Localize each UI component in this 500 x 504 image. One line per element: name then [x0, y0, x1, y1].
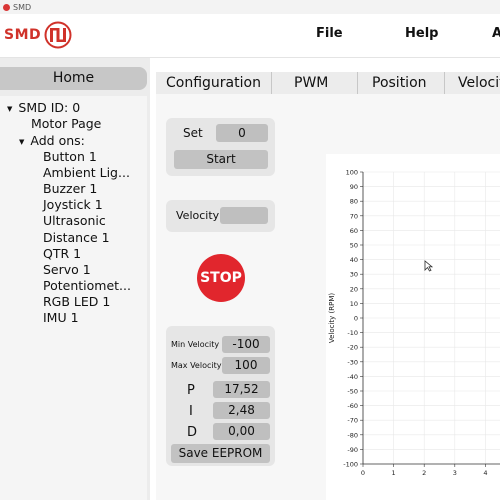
chart-y-tick-label: 0: [354, 315, 358, 323]
chart-y-tick-label: -10: [347, 329, 358, 337]
tree-item-ultrasonic[interactable]: Ultrasonic: [43, 213, 106, 228]
tab-pwm[interactable]: PWM: [272, 72, 358, 94]
velocity-readout: [220, 207, 268, 224]
chart-y-tick-label: -50: [347, 388, 358, 396]
tab-position[interactable]: Position: [358, 72, 445, 94]
chart-y-tick-label: -80: [347, 431, 358, 439]
chart-y-tick-label: -40: [347, 373, 358, 381]
mouse-cursor-icon: [424, 260, 433, 272]
tree-item-buzzer[interactable]: Buzzer 1: [43, 181, 97, 196]
chart-x-tick-label: 3: [453, 469, 457, 477]
min-velocity-label: Min Velocity: [171, 340, 220, 349]
tree-motor-page[interactable]: Motor Page: [31, 116, 101, 131]
tree-item-potentiometer[interactable]: Potentiomet...: [43, 278, 131, 293]
velocity-chart-panel: 100 90 80 70 60 50 40 30 20 10 0 -10 -20 -30 -40 -50 -60…: [326, 154, 500, 500]
pid-card: Min Velocity -100 Max Velocity 100 P 17,…: [166, 326, 275, 466]
chart-y-tick-label: 50: [350, 242, 358, 250]
chart-y-tick-label: 20: [350, 285, 358, 293]
set-card: Set 0 Start: [166, 118, 275, 176]
menu-file[interactable]: File: [316, 26, 343, 41]
chart-x-tick-label: 4: [483, 469, 487, 477]
chart-x-tick-label: 2: [422, 469, 426, 477]
velocity-card: Velocity: [166, 200, 275, 232]
start-button[interactable]: Start: [174, 150, 268, 169]
sidebar: Home ▼ SMD ID: 0 Motor Page ▼ Add ons: But…: [0, 58, 150, 500]
window-title: SMD: [13, 2, 32, 12]
d-gain-input[interactable]: 0,00: [213, 423, 270, 440]
expand-caret-icon[interactable]: ▼: [19, 138, 24, 146]
tree-item-button[interactable]: Button 1: [43, 149, 97, 164]
max-velocity-label: Max Velocity: [171, 361, 222, 370]
home-button[interactable]: Home: [0, 67, 147, 90]
chart-y-tick-label: 80: [350, 198, 358, 206]
d-label: D: [187, 425, 198, 440]
tree-root[interactable]: ▼ SMD ID: 0: [7, 100, 80, 115]
smd-logo-mark-icon: [44, 21, 72, 49]
min-velocity-input[interactable]: -100: [222, 336, 270, 353]
tree-addons[interactable]: ▼ Add ons:: [19, 133, 85, 148]
main-panel: Configuration PWM Position Velocit Set 0…: [156, 72, 500, 500]
i-gain-input[interactable]: 2,48: [213, 402, 270, 419]
smd-logo: SMD: [4, 21, 74, 49]
stop-button[interactable]: STOP: [197, 254, 245, 302]
chart-y-tick-label: -100: [343, 461, 358, 469]
tree-item-servo[interactable]: Servo 1: [43, 262, 91, 277]
chart-y-tick-label: -60: [347, 402, 358, 410]
velocity-chart: 1009080706050403020100-10-20-30-40-50-60…: [328, 169, 500, 477]
chart-y-tick-label: 10: [350, 300, 358, 308]
velocity-tab-content: Set 0 Start Velocity STOP Min Velocity -…: [156, 94, 500, 500]
tab-configuration[interactable]: Configuration: [156, 72, 272, 94]
chart-y-tick-label: 90: [350, 183, 358, 191]
p-gain-input[interactable]: 17,52: [213, 381, 270, 398]
chart-y-tick-label: -70: [347, 417, 358, 425]
chart-y-tick-label: -90: [347, 446, 358, 454]
chart-x-tick-label: 0: [361, 469, 365, 477]
expand-caret-icon[interactable]: ▼: [7, 105, 12, 113]
tree-item-joystick[interactable]: Joystick 1: [43, 197, 103, 212]
tree-item-qtr[interactable]: QTR 1: [43, 246, 81, 261]
menu-third[interactable]: A: [492, 26, 500, 41]
chart-x-tick-label: 1: [392, 469, 396, 477]
max-velocity-input[interactable]: 100: [222, 357, 270, 374]
app-header: SMD File Help A: [0, 14, 500, 58]
tree-item-imu[interactable]: IMU 1: [43, 310, 79, 325]
chart-y-tick-label: 60: [350, 227, 358, 235]
chart-y-tick-label: 70: [350, 212, 358, 220]
tree-item-ambient-light[interactable]: Ambient Lig...: [43, 165, 130, 180]
velocity-label: Velocity: [176, 209, 220, 222]
tree-item-rgb-led[interactable]: RGB LED 1: [43, 294, 110, 309]
chart-y-axis-label: Velocity (RPM): [328, 293, 336, 344]
device-tree: ▼ SMD ID: 0 Motor Page ▼ Add ons: Button 1…: [0, 96, 147, 500]
set-label: Set: [183, 126, 203, 140]
chart-y-tick-label: -20: [347, 344, 358, 352]
window-titlebar: SMD: [0, 0, 500, 14]
save-eeprom-button[interactable]: Save EEPROM: [171, 444, 270, 463]
tree-item-distance[interactable]: Distance 1: [43, 230, 110, 245]
tab-velocity[interactable]: Velocit: [445, 72, 500, 94]
logo-text: SMD: [4, 27, 42, 43]
p-label: P: [187, 383, 195, 398]
chart-y-tick-label: 40: [350, 256, 358, 264]
chart-y-tick-label: -30: [347, 358, 358, 366]
i-label: I: [189, 404, 193, 419]
menu-help[interactable]: Help: [405, 26, 438, 41]
set-value-input[interactable]: 0: [216, 124, 268, 142]
app-icon: [3, 3, 10, 11]
chart-y-tick-label: 30: [350, 271, 358, 279]
chart-y-tick-label: 100: [346, 169, 358, 177]
